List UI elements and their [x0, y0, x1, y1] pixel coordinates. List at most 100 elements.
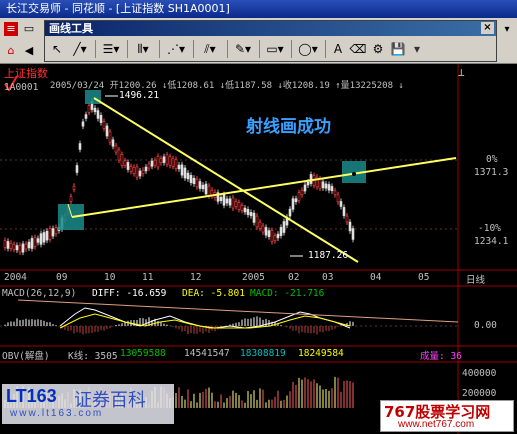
- candle: [3, 240, 7, 248]
- candle: [138, 170, 142, 177]
- candle: [12, 244, 16, 250]
- candle: [132, 167, 136, 174]
- low-price-label: 1187.26: [308, 250, 349, 261]
- candle: [225, 198, 229, 204]
- pen-icon[interactable]: ✎▾: [231, 39, 255, 59]
- candle: [201, 184, 205, 190]
- candle: [348, 221, 352, 232]
- back-icon[interactable]: ◀: [22, 44, 36, 58]
- time-label: 02: [288, 272, 300, 283]
- candle: [93, 107, 97, 113]
- text-icon[interactable]: A: [329, 39, 347, 59]
- axis-val-bottom: 1234.1: [474, 236, 509, 247]
- time-label: 05: [418, 272, 430, 283]
- volume-scale-mid: 200000: [462, 388, 497, 399]
- watermark-left-url: www.lt163.com: [10, 408, 104, 419]
- volume-v2: 14541547: [184, 348, 230, 359]
- volume-v4: 18249584: [298, 348, 344, 359]
- candle: [222, 194, 226, 206]
- menu-icon[interactable]: ≡: [4, 22, 18, 36]
- candle: [69, 196, 73, 202]
- chevron-down-icon[interactable]: ▾: [500, 24, 514, 38]
- volume-v1: 13059588: [120, 348, 166, 359]
- candle: [336, 194, 340, 203]
- candle: [243, 207, 247, 213]
- axis-pct-top: 0%: [486, 154, 498, 165]
- candle: [255, 215, 259, 228]
- candle: [165, 154, 169, 165]
- time-label: 04: [370, 272, 382, 283]
- candle: [75, 165, 79, 173]
- line-icon[interactable]: ╱▾: [69, 39, 91, 59]
- candle: [123, 160, 127, 166]
- rectangle-icon[interactable]: ▭▾: [263, 39, 287, 59]
- candle: [48, 228, 52, 240]
- eraser-icon[interactable]: ⌫: [349, 39, 367, 59]
- candle: [42, 232, 46, 243]
- time-label: 2005: [242, 272, 265, 283]
- macd-zero: 0.00: [474, 320, 497, 331]
- candle: [345, 215, 349, 223]
- candle: [327, 184, 331, 191]
- time-label: 09: [56, 272, 68, 283]
- candle: [117, 149, 121, 161]
- watermark-left-logo: LT163: [6, 386, 57, 406]
- candle: [162, 156, 166, 163]
- macd-diff: DIFF: -16.659: [92, 288, 167, 299]
- vertical-lines-icon[interactable]: ⦀▾: [131, 39, 155, 59]
- high-price-label: 1496.21: [119, 90, 160, 101]
- candle: [339, 201, 343, 207]
- candle: [261, 225, 265, 233]
- dropdown-icon[interactable]: ▾: [409, 39, 425, 59]
- horizontal-lines-icon[interactable]: ☰▾: [99, 39, 123, 59]
- candle: [177, 164, 181, 170]
- candle: [231, 197, 235, 209]
- candle: [114, 145, 118, 153]
- candle: [27, 241, 31, 249]
- candle: [87, 105, 91, 113]
- minimize-icon[interactable]: ▭: [22, 22, 36, 36]
- candle: [330, 186, 334, 192]
- pin-icon[interactable]: ⊥: [458, 66, 465, 79]
- candle: [141, 169, 145, 175]
- chart-area[interactable]: 上证指数 1A0001 2005/03/24 开1200.26 ↓低1208.6…: [0, 64, 517, 434]
- candle: [99, 115, 103, 123]
- price-info: 2005/03/24 开1200.26 ↓低1208.61 ↓低1187.58 …: [50, 81, 404, 91]
- candle: [171, 158, 175, 167]
- candle: [84, 114, 88, 119]
- candle: [108, 131, 112, 143]
- candle: [102, 121, 106, 129]
- settings-icon[interactable]: ⚙: [369, 39, 387, 59]
- candle: [135, 166, 139, 178]
- candle: [30, 238, 34, 249]
- candle: [321, 181, 325, 189]
- volume-title: OBV(解盘): [2, 351, 50, 362]
- candle: [147, 163, 151, 169]
- candle: [18, 245, 22, 253]
- candle: [351, 228, 355, 240]
- ellipse-icon[interactable]: ◯▾: [295, 39, 321, 59]
- candle: [273, 235, 277, 241]
- candle: [219, 196, 223, 202]
- pointer-icon[interactable]: ↖: [47, 39, 67, 59]
- candle: [174, 159, 178, 169]
- candle: [168, 156, 172, 166]
- macd-title: MACD(26,12,9): [2, 288, 77, 299]
- candle: [207, 185, 211, 197]
- parallel-lines-icon[interactable]: ⫽▾: [197, 39, 223, 59]
- fan-lines-icon[interactable]: ⋰▾: [163, 39, 189, 59]
- candle: [309, 174, 313, 184]
- window-title: 长江交易师 - 同花顺 - [上证指数 SH1A0001]: [6, 2, 230, 15]
- candle: [333, 190, 337, 195]
- save-icon[interactable]: 💾: [389, 39, 407, 59]
- candle: [120, 154, 124, 166]
- close-icon[interactable]: ×: [481, 22, 494, 34]
- candle: [105, 125, 109, 137]
- candle: [186, 172, 190, 180]
- candle: [144, 166, 148, 172]
- volume-scale-top: 400000: [462, 368, 497, 379]
- home-icon[interactable]: ⌂: [4, 44, 18, 58]
- candle: [237, 202, 241, 210]
- anchor-box-low: [58, 204, 84, 230]
- draw-tool-title-text: 画线工具: [49, 22, 93, 35]
